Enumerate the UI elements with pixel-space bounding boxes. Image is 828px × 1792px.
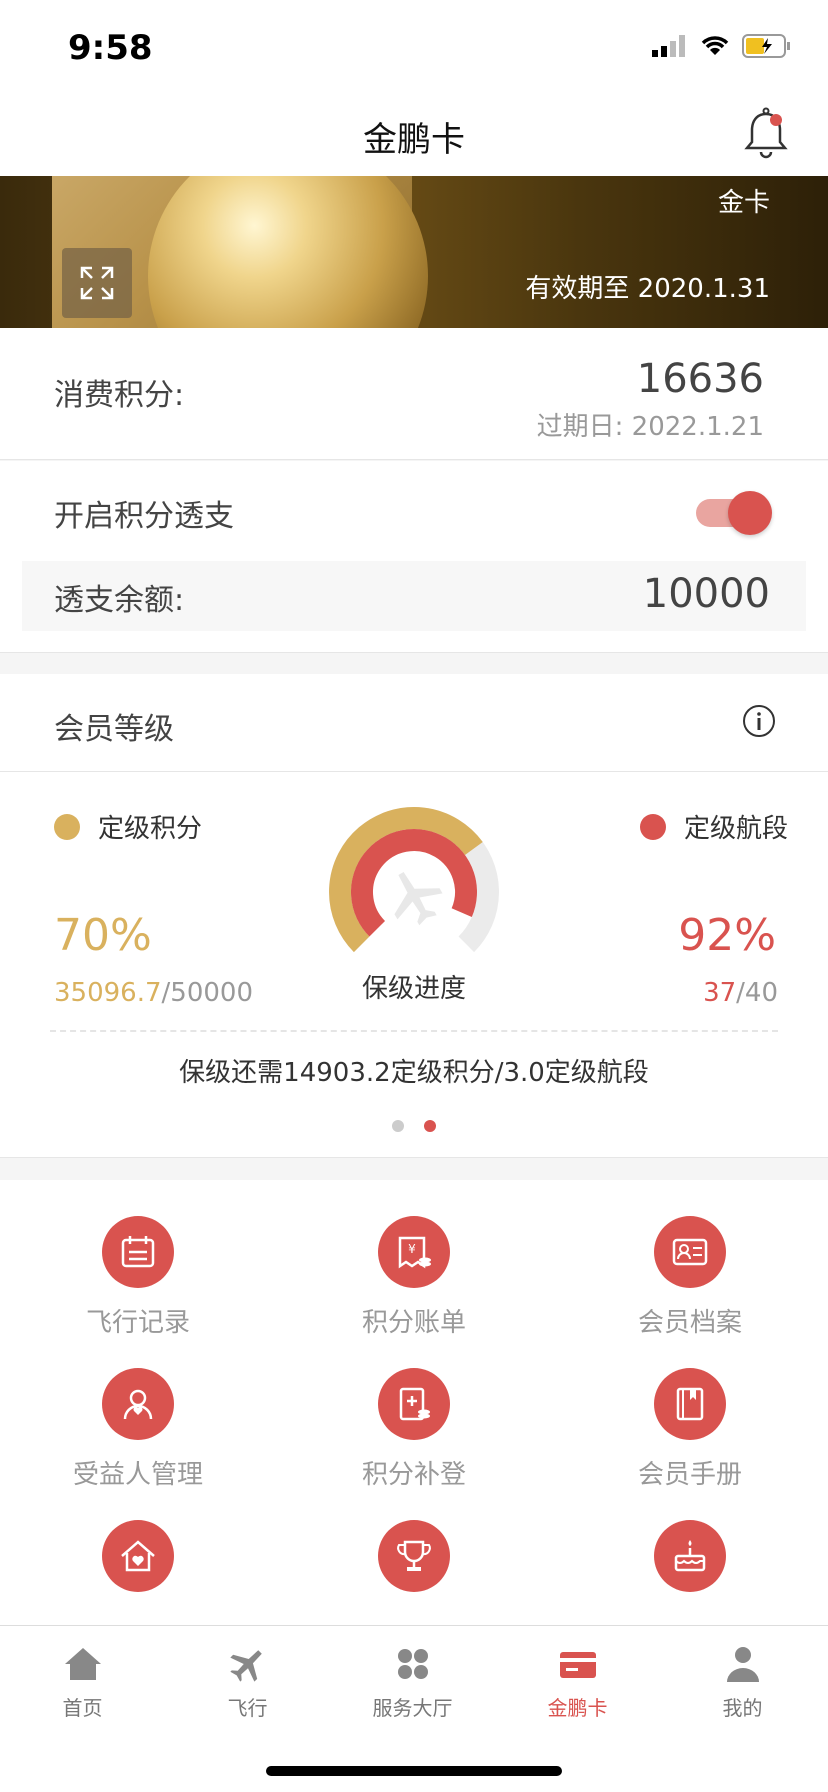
grid-label: 会员手册: [637, 1460, 742, 1490]
card-validity: 有效期至 2020.1.31: [525, 274, 770, 304]
overdraft-section: 开启积分透支 透支余额: 10000: [0, 461, 828, 653]
trophy-icon: [397, 1540, 431, 1571]
overdraft-toggle-label: 开启积分透支: [54, 499, 234, 534]
inner-ring-progress: [351, 829, 477, 937]
beneficiary-icon: [123, 1389, 153, 1420]
status-bar: 9:58: [0, 0, 828, 96]
home-indicator: [266, 1766, 562, 1776]
home-heart-icon: [121, 1540, 155, 1572]
status-time: 9:58: [68, 28, 153, 68]
tab-mine[interactable]: 我的: [660, 1644, 825, 1721]
info-icon[interactable]: [742, 704, 776, 738]
segments-total: /40: [736, 978, 778, 1008]
points-percent: 70%: [54, 910, 152, 961]
points-expiry: 过期日: 2022.1.21: [536, 412, 764, 442]
tab-label: 首页: [62, 1696, 103, 1720]
member-level-section[interactable]: 会员等级 定级积分 定级航段 70% 35096.7/50000 92% 37/…: [0, 674, 828, 1158]
grid-label: 受益人管理: [72, 1460, 203, 1490]
battery-icon: [742, 34, 790, 58]
legend-label: 定级航段: [683, 814, 788, 844]
points-row: 消费积分: 16636 过期日: 2022.1.21: [0, 328, 828, 460]
grid-dots-icon: [397, 1649, 428, 1679]
dashed-divider: [50, 1030, 778, 1032]
card-level: 金卡: [717, 188, 770, 218]
tab-label: 我的: [722, 1696, 763, 1720]
points-total: /50000: [161, 978, 254, 1008]
pager-dot[interactable]: [392, 1120, 404, 1132]
member-level-title: 会员等级: [54, 712, 174, 747]
gauge-label: 保级进度: [361, 974, 466, 1004]
tab-label: 服务大厅: [372, 1696, 453, 1720]
grid-item-home-heart[interactable]: [0, 1520, 276, 1606]
calendar-icon: [121, 1236, 155, 1268]
birthday-cake-icon: [674, 1540, 706, 1572]
points-current: 35096.7: [54, 978, 162, 1008]
tab-flight[interactable]: 飞行: [165, 1644, 330, 1721]
legend-qualifying-segments: 定级航段: [639, 808, 788, 845]
grid-item-member-profile[interactable]: 会员档案: [552, 1216, 828, 1339]
overdraft-balance-box: 透支余额: 10000: [22, 561, 806, 631]
globe-image: [148, 176, 428, 328]
grid-label: 飞行记录: [85, 1308, 190, 1338]
overdraft-toggle[interactable]: [696, 491, 772, 535]
toggle-knob: [728, 491, 772, 535]
gold-dot: [54, 813, 80, 840]
legend-qualifying-points: 定级积分: [54, 808, 202, 845]
grid-item-points-bill[interactable]: ¥ 积分账单: [276, 1216, 552, 1339]
handbook-icon: [676, 1387, 704, 1421]
member-card-banner[interactable]: 金卡 有效期至 2020.1.31: [0, 176, 828, 328]
points-label: 消费积分:: [54, 378, 185, 413]
services-grid: 飞行记录 ¥ 积分账单 会员档案 受益人管理 积分补登 会员手册: [0, 1180, 828, 1625]
pager-dot-active[interactable]: [424, 1120, 436, 1132]
points-value: 16636: [636, 356, 764, 402]
tab-label: 飞行: [227, 1696, 268, 1720]
red-dot: [639, 813, 666, 840]
id-card-icon: [672, 1238, 708, 1266]
segments-ratio: 37/40: [703, 978, 778, 1008]
grid-item-beneficiary[interactable]: 受益人管理: [0, 1368, 276, 1491]
balance-label: 透支余额:: [54, 583, 185, 618]
expand-button[interactable]: [62, 248, 132, 318]
points-supplement-icon: [399, 1387, 430, 1421]
tab-label: 金鹏卡: [547, 1696, 608, 1720]
tab-home[interactable]: 首页: [0, 1644, 165, 1721]
grid-item-birthday[interactable]: [552, 1520, 828, 1606]
retention-requirement: 保级还需14903.2定级积分/3.0定级航段: [179, 1058, 649, 1088]
tab-golden-card[interactable]: 金鹏卡: [495, 1644, 660, 1721]
grid-item-trophy[interactable]: [276, 1520, 552, 1606]
grid-item-points-supplement[interactable]: 积分补登: [276, 1368, 552, 1491]
grid-label: 积分账单: [361, 1308, 466, 1338]
page-title: 金鹏卡: [363, 120, 465, 160]
points-ratio: 35096.7/50000: [54, 978, 253, 1008]
pager-dots[interactable]: [0, 1120, 828, 1132]
nav-bar: 金鹏卡: [0, 96, 828, 176]
bell-icon[interactable]: [742, 106, 790, 162]
grid-label: 会员档案: [637, 1308, 742, 1338]
svg-text:¥: ¥: [408, 1242, 416, 1256]
grid-item-member-handbook[interactable]: 会员手册: [552, 1368, 828, 1491]
balance-value: 10000: [642, 571, 770, 617]
plane-icon: [229, 1650, 262, 1682]
person-icon: [726, 1647, 759, 1682]
signal-icon: [652, 35, 685, 57]
expand-icon: [80, 266, 114, 300]
points-bill-icon: ¥: [398, 1236, 431, 1269]
member-level-header: 会员等级: [0, 674, 828, 772]
segments-percent: 92%: [678, 910, 776, 961]
tab-service-hall[interactable]: 服务大厅: [330, 1644, 495, 1721]
home-icon: [64, 1648, 101, 1680]
wifi-icon: [701, 36, 729, 55]
grid-label: 积分补登: [361, 1460, 466, 1490]
plane-icon: [394, 871, 443, 926]
status-icons: [652, 34, 792, 58]
progress-gauge: [329, 807, 499, 953]
card-icon: [559, 1652, 596, 1678]
segments-current: 37: [703, 978, 737, 1008]
legend-label: 定级积分: [98, 814, 203, 844]
grid-item-flight-records[interactable]: 飞行记录: [0, 1216, 276, 1339]
